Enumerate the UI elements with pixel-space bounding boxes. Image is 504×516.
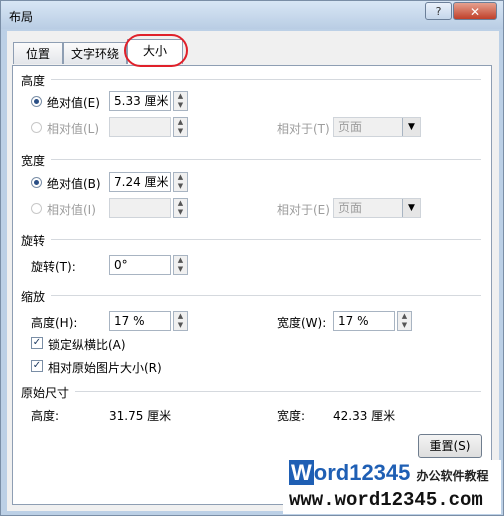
rotation-stepper[interactable]: ▲ ▼ <box>173 255 188 275</box>
width-relative-radio[interactable] <box>31 203 42 214</box>
reset-button[interactable]: 重置(S) <box>418 434 482 458</box>
original-height-label: 高度: <box>31 409 60 423</box>
watermark: Word12345 办公软件教程 www.word12345.com <box>283 460 501 514</box>
rotation-section-title: 旋转 <box>21 234 46 248</box>
height-relative-radio[interactable] <box>31 122 42 133</box>
highlight-circle <box>124 34 188 67</box>
height-relative-label: 相对值(L) <box>47 122 100 136</box>
height-relative-to-select[interactable]: 页面 ▼ <box>333 117 421 137</box>
size-panel: 高度 绝对值(E) 5.33 厘米 ▲ ▼ 相对值(L) ▲ ▼ 相对于(T) 页面… <box>12 65 492 505</box>
dialog-client: 位置 文字环绕 大小 高度 绝对值(E) 5.33 厘米 ▲ ▼ 相对值(L) ▲… <box>7 31 499 511</box>
dialog-title: 布局 <box>9 10 34 24</box>
width-absolute-input[interactable]: 7.24 厘米 <box>109 172 171 192</box>
width-relative-label: 相对值(I) <box>47 203 96 217</box>
divider <box>51 239 481 240</box>
close-button[interactable]: ✕ <box>453 2 497 20</box>
title-bar: 布局 ? ✕ <box>1 1 503 29</box>
divider <box>75 391 481 392</box>
width-relative-to-select[interactable]: 页面 ▼ <box>333 198 421 218</box>
height-relative-stepper[interactable]: ▲ ▼ <box>173 117 188 137</box>
watermark-brand: Word12345 办公软件教程 <box>289 460 489 486</box>
scale-height-input[interactable]: 17 % <box>109 311 171 331</box>
height-absolute-label: 绝对值(E) <box>47 96 100 110</box>
original-section-title: 原始尺寸 <box>21 386 70 400</box>
lock-aspect-label: 锁定纵横比(A) <box>48 338 126 352</box>
original-width-label: 宽度: <box>277 409 306 423</box>
height-absolute-radio[interactable] <box>31 96 42 107</box>
rotation-label: 旋转(T): <box>31 260 76 274</box>
chevron-down-icon[interactable]: ▼ <box>402 118 420 136</box>
relative-original-label: 相对原始图片大小(R) <box>48 361 162 375</box>
divider <box>51 295 481 296</box>
width-absolute-radio[interactable] <box>31 177 42 188</box>
chevron-down-icon[interactable]: ▼ <box>402 199 420 217</box>
scale-width-label: 宽度(W): <box>277 316 327 330</box>
tab-text-wrap[interactable]: 文字环绕 <box>63 42 127 64</box>
height-absolute-stepper[interactable]: ▲ ▼ <box>173 91 188 111</box>
tab-position[interactable]: 位置 <box>13 42 63 64</box>
height-relative-to-value: 页面 <box>338 120 363 134</box>
layout-dialog: 布局 ? ✕ 位置 文字环绕 大小 高度 绝对值(E) 5.33 厘米 ▲ ▼ 相… <box>0 0 504 516</box>
watermark-w: W <box>289 460 314 485</box>
height-relative-input[interactable] <box>109 117 171 137</box>
lock-aspect-checkbox[interactable]: ✓ <box>31 337 43 349</box>
divider <box>51 159 481 160</box>
watermark-suffix: 办公软件教程 <box>416 469 489 483</box>
rotation-input[interactable]: 0° <box>109 255 171 275</box>
original-width-value: 42.33 厘米 <box>333 409 396 423</box>
width-absolute-label: 绝对值(B) <box>47 177 101 191</box>
width-absolute-stepper[interactable]: ▲ ▼ <box>173 172 188 192</box>
watermark-brand-rest: ord12345 <box>313 460 411 485</box>
scale-width-input[interactable]: 17 % <box>333 311 395 331</box>
width-relative-to-label: 相对于(E) <box>277 203 330 217</box>
scale-height-label: 高度(H): <box>31 316 78 330</box>
watermark-url: www.word12345.com <box>289 489 483 511</box>
original-height-value: 31.75 厘米 <box>109 409 172 423</box>
height-section-title: 高度 <box>21 74 46 88</box>
scale-width-stepper[interactable]: ▲ ▼ <box>397 311 412 331</box>
height-relative-to-label: 相对于(T) <box>277 122 330 136</box>
scale-height-stepper[interactable]: ▲ ▼ <box>173 311 188 331</box>
width-relative-stepper[interactable]: ▲ ▼ <box>173 198 188 218</box>
width-section-title: 宽度 <box>21 154 46 168</box>
help-button[interactable]: ? <box>425 2 452 20</box>
width-relative-to-value: 页面 <box>338 201 363 215</box>
relative-original-checkbox[interactable]: ✓ <box>31 360 43 372</box>
divider <box>51 79 481 80</box>
width-relative-input[interactable] <box>109 198 171 218</box>
scale-section-title: 缩放 <box>21 290 46 304</box>
height-absolute-input[interactable]: 5.33 厘米 <box>109 91 171 111</box>
